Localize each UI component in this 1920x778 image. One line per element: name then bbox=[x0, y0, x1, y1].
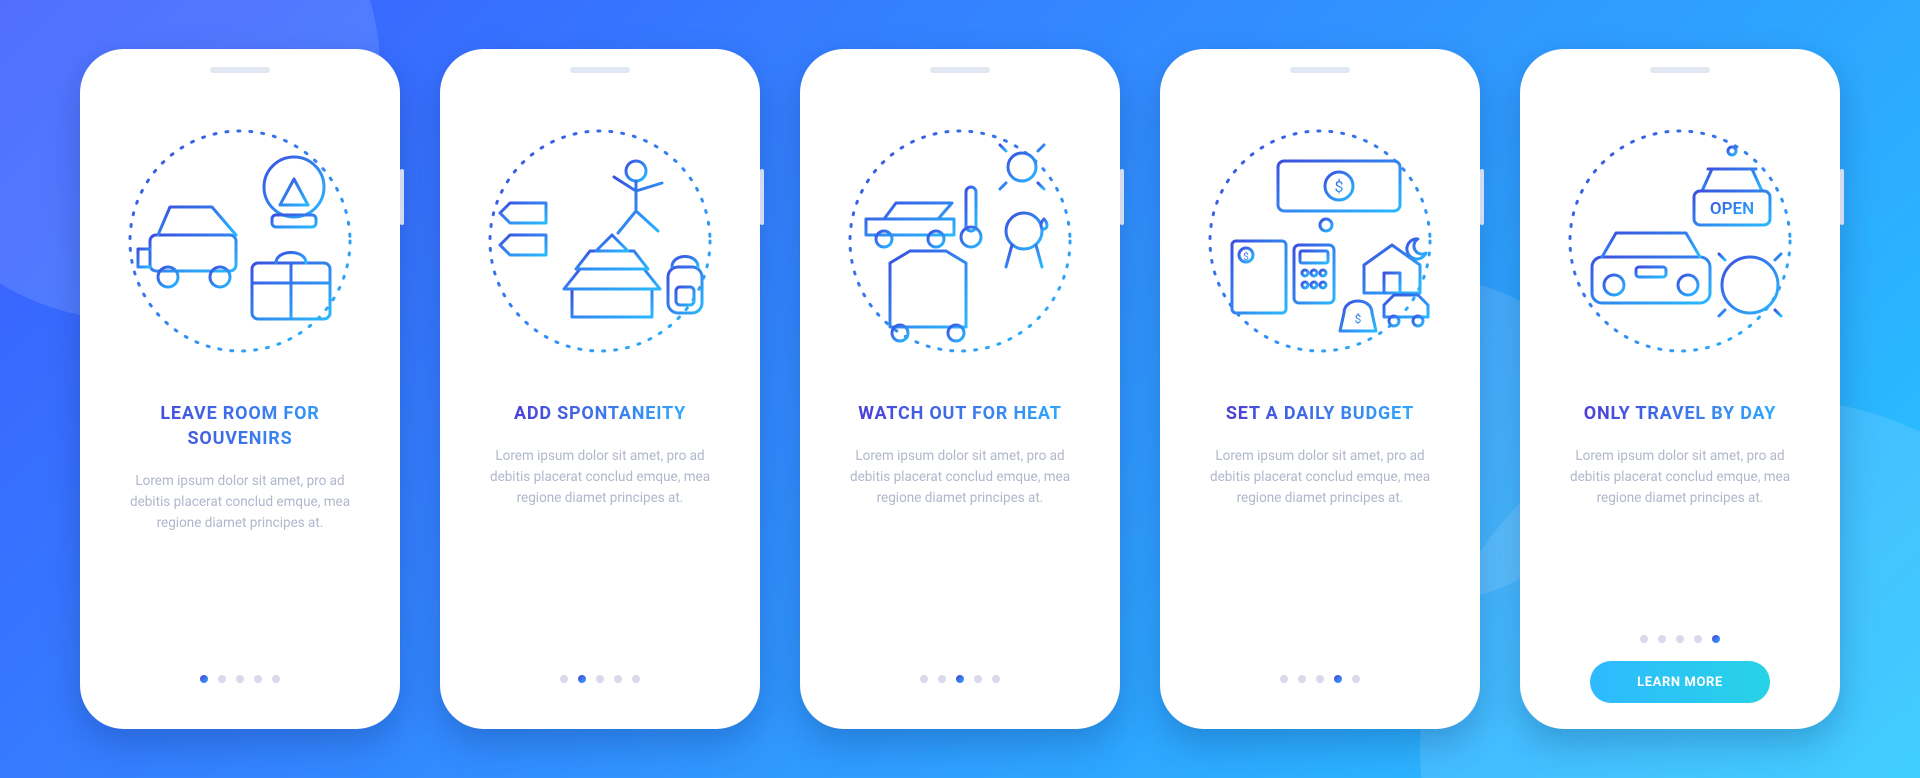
card-description: Lorem ipsum dolor sit amet, pro ad debit… bbox=[1560, 446, 1800, 509]
card-description: Lorem ipsum dolor sit amet, pro ad debit… bbox=[1200, 446, 1440, 509]
page-dot[interactable] bbox=[596, 675, 604, 683]
card-title: WATCH OUT FOR HEAT bbox=[858, 401, 1061, 426]
page-dot[interactable] bbox=[236, 675, 244, 683]
learn-more-button[interactable]: LEARN MORE bbox=[1590, 661, 1770, 703]
onboarding-card-souvenirs: LEAVE ROOM FOR SOUVENIRS Lorem ipsum dol… bbox=[80, 49, 400, 729]
phone-row: LEAVE ROOM FOR SOUVENIRS Lorem ipsum dol… bbox=[0, 0, 1920, 778]
budget-icon: $ $ bbox=[1196, 117, 1444, 365]
page-dot[interactable] bbox=[956, 675, 964, 683]
page-indicator bbox=[560, 675, 640, 683]
page-dot[interactable] bbox=[1712, 635, 1720, 643]
page-indicator bbox=[1640, 635, 1720, 643]
page-dot[interactable] bbox=[1694, 635, 1702, 643]
page-indicator bbox=[920, 675, 1000, 683]
card-title: LEAVE ROOM FOR SOUVENIRS bbox=[125, 401, 355, 451]
page-dot[interactable] bbox=[1658, 635, 1666, 643]
svg-text:$: $ bbox=[1335, 177, 1344, 196]
page-dot[interactable] bbox=[632, 675, 640, 683]
card-title: SET A DAILY BUDGET bbox=[1226, 401, 1414, 426]
page-dot[interactable] bbox=[1640, 635, 1648, 643]
page-dot[interactable] bbox=[974, 675, 982, 683]
page-dot[interactable] bbox=[272, 675, 280, 683]
page-dot[interactable] bbox=[200, 675, 208, 683]
onboarding-card-spontaneity: ADD SPONTANEITY Lorem ipsum dolor sit am… bbox=[440, 49, 760, 729]
page-dot[interactable] bbox=[992, 675, 1000, 683]
page-dot[interactable] bbox=[1298, 675, 1306, 683]
page-dot[interactable] bbox=[254, 675, 262, 683]
page-indicator bbox=[200, 675, 280, 683]
card-description: Lorem ipsum dolor sit amet, pro ad debit… bbox=[840, 446, 1080, 509]
page-dot[interactable] bbox=[1280, 675, 1288, 683]
page-dot[interactable] bbox=[938, 675, 946, 683]
svg-text:$: $ bbox=[1355, 312, 1362, 326]
page-dot[interactable] bbox=[560, 675, 568, 683]
page-dot[interactable] bbox=[1316, 675, 1324, 683]
page-indicator bbox=[1280, 675, 1360, 683]
page-dot[interactable] bbox=[1676, 635, 1684, 643]
day-travel-icon: OPEN bbox=[1556, 117, 1804, 365]
card-description: Lorem ipsum dolor sit amet, pro ad debit… bbox=[480, 446, 720, 509]
onboarding-card-heat: WATCH OUT FOR HEAT Lorem ipsum dolor sit… bbox=[800, 49, 1120, 729]
onboarding-card-day-travel: OPEN bbox=[1520, 49, 1840, 729]
page-dot[interactable] bbox=[218, 675, 226, 683]
page-dot[interactable] bbox=[1352, 675, 1360, 683]
heat-icon bbox=[836, 117, 1084, 365]
card-title: ONLY TRAVEL BY DAY bbox=[1584, 401, 1776, 426]
page-dot[interactable] bbox=[614, 675, 622, 683]
page-dot[interactable] bbox=[1334, 675, 1342, 683]
spontaneity-icon bbox=[476, 117, 724, 365]
card-description: Lorem ipsum dolor sit amet, pro ad debit… bbox=[120, 471, 360, 534]
page-dot[interactable] bbox=[920, 675, 928, 683]
page-dot[interactable] bbox=[578, 675, 586, 683]
souvenirs-icon bbox=[116, 117, 364, 365]
card-title: ADD SPONTANEITY bbox=[514, 401, 686, 426]
svg-text:$: $ bbox=[1243, 250, 1249, 263]
open-sign-text: OPEN bbox=[1710, 199, 1754, 219]
onboarding-card-budget: $ $ bbox=[1160, 49, 1480, 729]
